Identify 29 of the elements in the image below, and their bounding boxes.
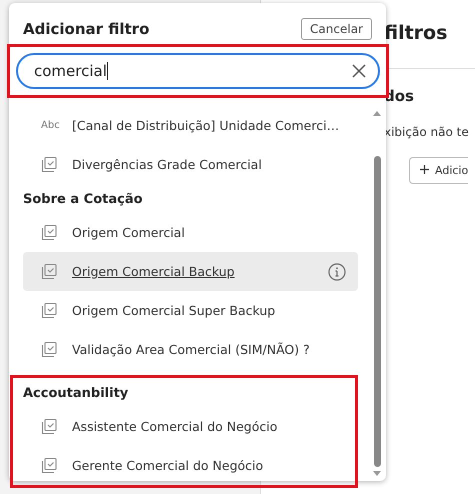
filter-item[interactable]: Assistente Comercial do Negócio bbox=[23, 407, 355, 446]
filter-item[interactable]: Origem Comercial Super Backup bbox=[23, 291, 358, 330]
filter-item[interactable]: Origem Comercial Backup bbox=[23, 252, 358, 291]
add-button[interactable]: Adicio bbox=[409, 157, 468, 184]
search-field[interactable]: comercial bbox=[16, 53, 380, 89]
group-heading: Accoutanbility bbox=[23, 385, 130, 403]
filter-item[interactable]: Abc [Canal de Distribuição] Unidade Comerci… bbox=[23, 106, 358, 145]
info-icon[interactable] bbox=[328, 262, 346, 280]
filter-item[interactable]: Origem Comercial bbox=[23, 213, 358, 252]
dialog-title: Adicionar filtro bbox=[23, 20, 150, 38]
text-type-icon: Abc bbox=[41, 120, 66, 131]
checklist-icon bbox=[41, 457, 58, 474]
scroll-down-icon[interactable] bbox=[373, 471, 381, 477]
checklist-icon bbox=[41, 156, 58, 173]
checklist-icon bbox=[41, 418, 58, 435]
group-heading: Sobre a Cotação bbox=[23, 191, 144, 209]
clear-icon[interactable] bbox=[352, 64, 366, 78]
message-text: xibição não te bbox=[384, 125, 470, 139]
plus-icon bbox=[420, 165, 429, 174]
filter-item[interactable]: Gerente Comercial do Negócio bbox=[23, 446, 355, 485]
checklist-icon bbox=[41, 263, 58, 280]
checklist-icon bbox=[41, 341, 58, 358]
checklist-icon bbox=[41, 224, 58, 241]
cancel-button[interactable]: Cancelar bbox=[301, 18, 372, 40]
filter-item[interactable]: Validação Area Comercial (SIM/NÃO) ? bbox=[23, 330, 358, 369]
filter-item[interactable]: Divergências Grade Comercial bbox=[23, 145, 358, 184]
scroll-up-icon[interactable] bbox=[373, 110, 381, 116]
checklist-icon bbox=[41, 302, 58, 319]
panel-title: filtros bbox=[384, 22, 448, 46]
